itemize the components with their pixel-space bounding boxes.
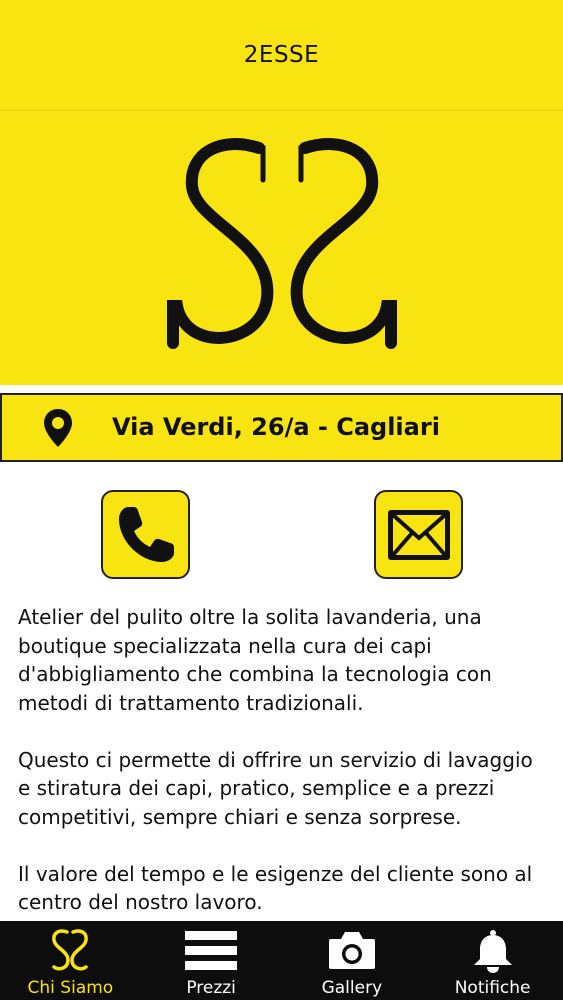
call-button[interactable] — [101, 490, 190, 579]
bottom-navigation: Chi Siamo Prezzi Gallery Notifiche — [0, 921, 563, 1000]
menu-lines-icon — [185, 931, 238, 970]
nav-item-notifiche[interactable]: Notifiche — [422, 921, 563, 1000]
nav-label: Chi Siamo — [27, 978, 114, 998]
paragraph: Il valore del tempo e le esigenze del cl… — [18, 861, 533, 915]
nav-item-prezzi[interactable]: Prezzi — [141, 921, 282, 1000]
nav-item-gallery[interactable]: Gallery — [282, 921, 423, 1000]
address-bar[interactable]: Via Verdi, 26/a - Cagliari — [0, 393, 563, 462]
phone-icon — [118, 506, 174, 562]
paragraph: Questo ci permette di offrire un servizi… — [18, 747, 533, 829]
nav-label: Notifiche — [454, 978, 531, 998]
camera-icon — [328, 932, 375, 969]
email-button[interactable] — [374, 490, 463, 579]
bell-icon — [473, 930, 512, 973]
description-text: Atelier del pulito oltre la solita lavan… — [18, 603, 548, 921]
map-pin-icon — [44, 409, 72, 447]
nav-item-chi-siamo[interactable]: Chi Siamo — [0, 921, 141, 1000]
nav-label: Gallery — [321, 978, 383, 998]
ss-logo-icon — [52, 929, 89, 971]
nav-label: Prezzi — [186, 978, 236, 998]
mail-icon — [387, 509, 450, 560]
paragraph: Atelier del pulito oltre la solita lavan… — [18, 605, 492, 715]
app-header: 2ESSE — [0, 0, 563, 110]
ss-logo-icon — [166, 138, 397, 349]
hero-banner — [0, 110, 563, 385]
address-text: Via Verdi, 26/a - Cagliari — [112, 413, 440, 441]
page-title: 2ESSE — [243, 42, 320, 68]
